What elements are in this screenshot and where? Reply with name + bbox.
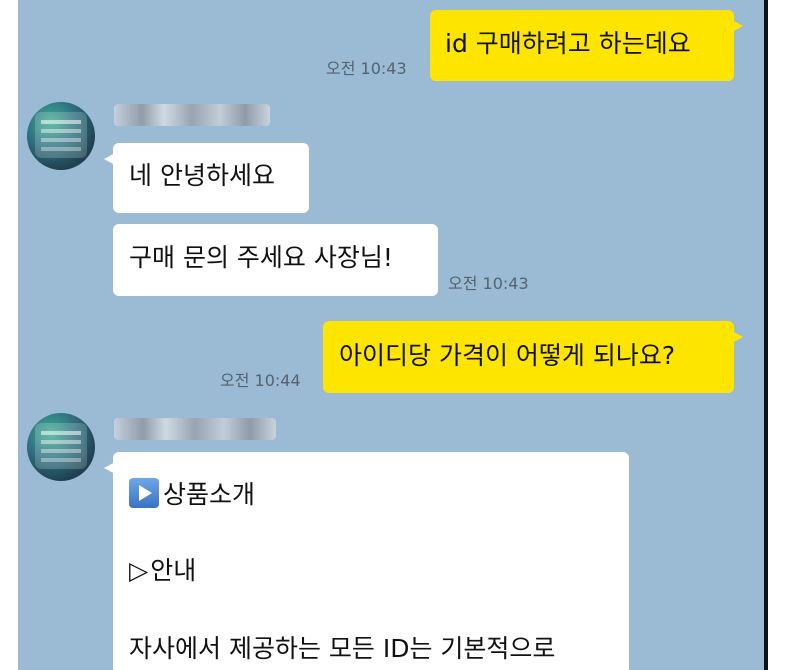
other-message-bubble[interactable]: 네 안녕하세요	[104, 143, 309, 213]
play-button-icon	[129, 478, 159, 508]
message-text: 아이디당 가격이 어떻게 되나요?	[339, 341, 676, 370]
window-border	[764, 0, 768, 670]
message-text: 구매 문의 주세요 사장님!	[129, 243, 393, 272]
message-time: 오전 10:44	[220, 371, 301, 390]
message-time: 오전 10:43	[448, 274, 529, 293]
message-body: 자사에서 제공하는 모든 ID는 기본적으로	[129, 634, 556, 663]
avatar-logo-icon	[35, 423, 87, 469]
profile-avatar[interactable]	[27, 413, 95, 481]
my-message-bubble[interactable]: 아이디당 가격이 어떻게 되나요?	[323, 321, 743, 393]
message-sub-line: ▷안내	[129, 556, 629, 634]
avatar-logo-icon	[35, 112, 87, 158]
message-time: 오전 10:43	[326, 59, 407, 78]
my-message-bubble[interactable]: id 구매하려고 하는데요	[430, 10, 743, 81]
profile-avatar[interactable]	[27, 102, 95, 170]
message-text: 네 안녕하세요	[129, 161, 275, 190]
sender-name-blurred	[114, 104, 270, 126]
message-sub: 안내	[150, 556, 197, 585]
other-message-bubble[interactable]: 구매 문의 주세요 사장님!	[113, 224, 438, 296]
message-heading: 상품소개	[163, 480, 256, 509]
message-text: id 구매하려고 하는데요	[445, 29, 691, 58]
triangle-icon: ▷	[129, 556, 149, 585]
message-heading-line: 상품소개	[129, 478, 629, 556]
chat-background: 오전 10:43 id 구매하려고 하는데요 네 안녕하세요 구매 문의 주세요…	[18, 0, 764, 670]
other-message-bubble[interactable]: 상품소개 ▷안내 자사에서 제공하는 모든 ID는 기본적으로	[104, 452, 629, 670]
sender-name-blurred	[114, 418, 276, 440]
